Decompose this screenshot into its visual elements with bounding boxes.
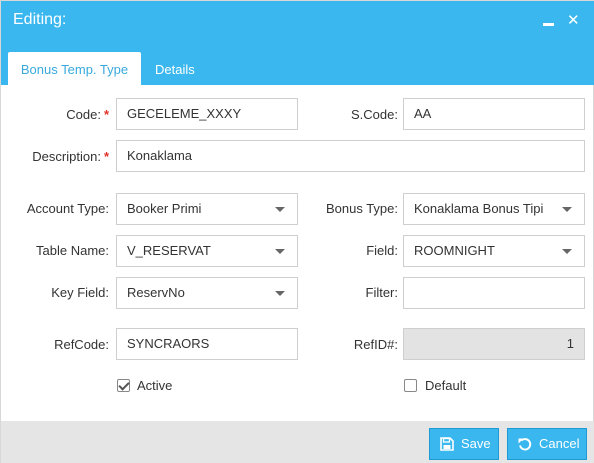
refid-label: RefID#: xyxy=(353,337,398,352)
cancel-label: Cancel xyxy=(539,436,580,451)
active-checkbox[interactable] xyxy=(117,379,130,392)
chevron-down-icon xyxy=(562,249,572,254)
key-field-label: Key Field: xyxy=(51,285,109,300)
save-button[interactable]: Save xyxy=(429,428,499,460)
tab-bonus-temp-type[interactable]: Bonus Temp. Type xyxy=(8,52,141,88)
cancel-button[interactable]: Cancel xyxy=(507,428,587,460)
bonus-type-select[interactable]: Konaklama Bonus Tipi xyxy=(403,193,585,225)
scode-input[interactable]: AA xyxy=(403,98,585,130)
filter-input[interactable] xyxy=(403,277,585,309)
active-label: Active xyxy=(137,378,173,393)
required-marker: * xyxy=(103,107,109,122)
chevron-down-icon xyxy=(562,207,572,212)
dialog-title: Editing: xyxy=(13,11,67,28)
dialog-titlebar: Editing: ✕ Bonus Temp. Type Details xyxy=(1,1,594,88)
filter-label: Filter: xyxy=(365,285,399,300)
scode-label: S.Code: xyxy=(351,107,398,122)
field-label: Field: xyxy=(366,243,398,258)
table-name-label: Table Name: xyxy=(36,243,109,258)
bonus-type-label: Bonus Type: xyxy=(325,201,398,216)
refid-input: 1 xyxy=(403,328,585,360)
close-icon[interactable]: ✕ xyxy=(567,13,580,29)
code-label: Code: * xyxy=(66,107,109,122)
editing-dialog: Editing: ✕ Bonus Temp. Type Details Code… xyxy=(0,0,594,463)
description-input[interactable]: Konaklama xyxy=(116,140,585,172)
bonus-type-value: Konaklama Bonus Tipi xyxy=(414,201,544,216)
field-value: ROOMNIGHT xyxy=(414,243,495,258)
tab-details[interactable]: Details xyxy=(145,52,205,88)
default-label: Default xyxy=(425,378,467,393)
save-label: Save xyxy=(461,436,491,451)
dialog-footer xyxy=(1,421,594,463)
refcode-label: RefCode: xyxy=(54,337,109,352)
undo-icon xyxy=(518,438,532,451)
floppy-disk-icon xyxy=(440,437,454,451)
field-select[interactable]: ROOMNIGHT xyxy=(403,235,585,267)
minimize-icon[interactable] xyxy=(543,13,554,26)
required-marker: * xyxy=(103,149,109,164)
default-checkbox[interactable] xyxy=(404,379,417,392)
account-type-label: Account Type: xyxy=(26,201,109,216)
description-label: Description: * xyxy=(32,149,109,164)
